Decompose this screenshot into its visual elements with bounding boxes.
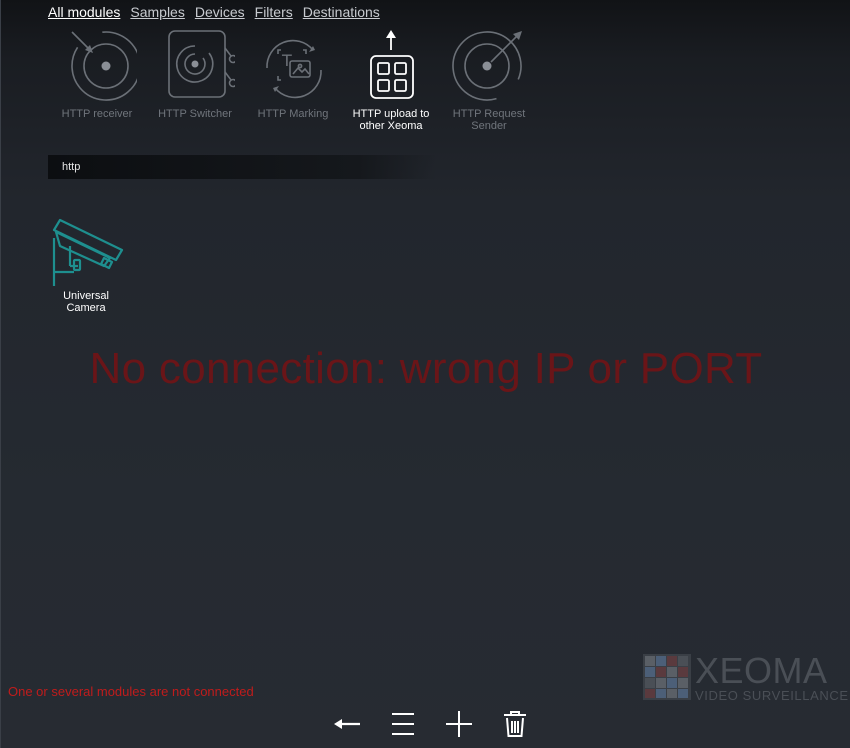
tab-filters[interactable]: Filters [255,4,293,20]
module-label: HTTP Marking [257,108,329,120]
module-search-input[interactable]: http [48,155,436,179]
module-palette: HTTP receiver HTTP Switcher T HTTP Marki… [48,28,538,132]
delete-button[interactable] [499,708,531,740]
http-switcher-icon [168,30,235,98]
module-label: HTTP receiver [61,108,133,120]
menu-button[interactable] [387,708,419,740]
connection-error-message: No connection: wrong IP or PORT [89,344,763,393]
http-receiver-icon [71,31,137,101]
menu-icon [392,713,414,735]
logo-tagline: VIDEO SURVEILLANCE [695,688,849,703]
module-label: HTTP Switcher [158,108,232,120]
xeoma-logo: XEOMA VIDEO SURVEILLANCE [643,650,848,704]
svg-text:T: T [281,51,292,70]
arrow-left-icon [334,719,360,729]
bottom-toolbar [331,708,531,740]
xeoma-logo-icon [643,654,691,700]
xeoma-window: All modules Samples Devices Filters Dest… [0,0,850,748]
plus-icon [446,711,472,737]
status-message: One or several modules are not connected [8,684,254,699]
universal-camera-module[interactable]: Universal Camera [48,216,124,314]
module-http-upload[interactable]: HTTP upload to other Xeoma [342,28,440,132]
module-label: HTTP upload to other Xeoma [352,108,430,132]
http-upload-icon [370,30,414,99]
module-http-receiver[interactable]: HTTP receiver [48,28,146,132]
tab-devices[interactable]: Devices [195,4,245,20]
back-button[interactable] [331,708,363,740]
http-request-sender-icon [452,31,522,101]
module-http-marking[interactable]: T HTTP Marking [244,28,342,132]
camera-icon [52,218,124,286]
http-marking-icon: T [266,39,322,99]
module-label: HTTP Request Sender [452,108,526,132]
tab-destinations[interactable]: Destinations [303,4,380,20]
logo-name: XEOMA [695,650,828,691]
module-http-switcher[interactable]: HTTP Switcher [146,28,244,132]
camera-label: Universal Camera [63,290,109,314]
add-camera-button[interactable] [443,708,475,740]
trash-icon [504,711,526,737]
tab-all-modules[interactable]: All modules [48,4,120,20]
module-http-request-sender[interactable]: HTTP Request Sender [440,28,538,132]
tab-samples[interactable]: Samples [130,4,184,20]
module-category-tabs: All modules Samples Devices Filters Dest… [48,4,380,20]
